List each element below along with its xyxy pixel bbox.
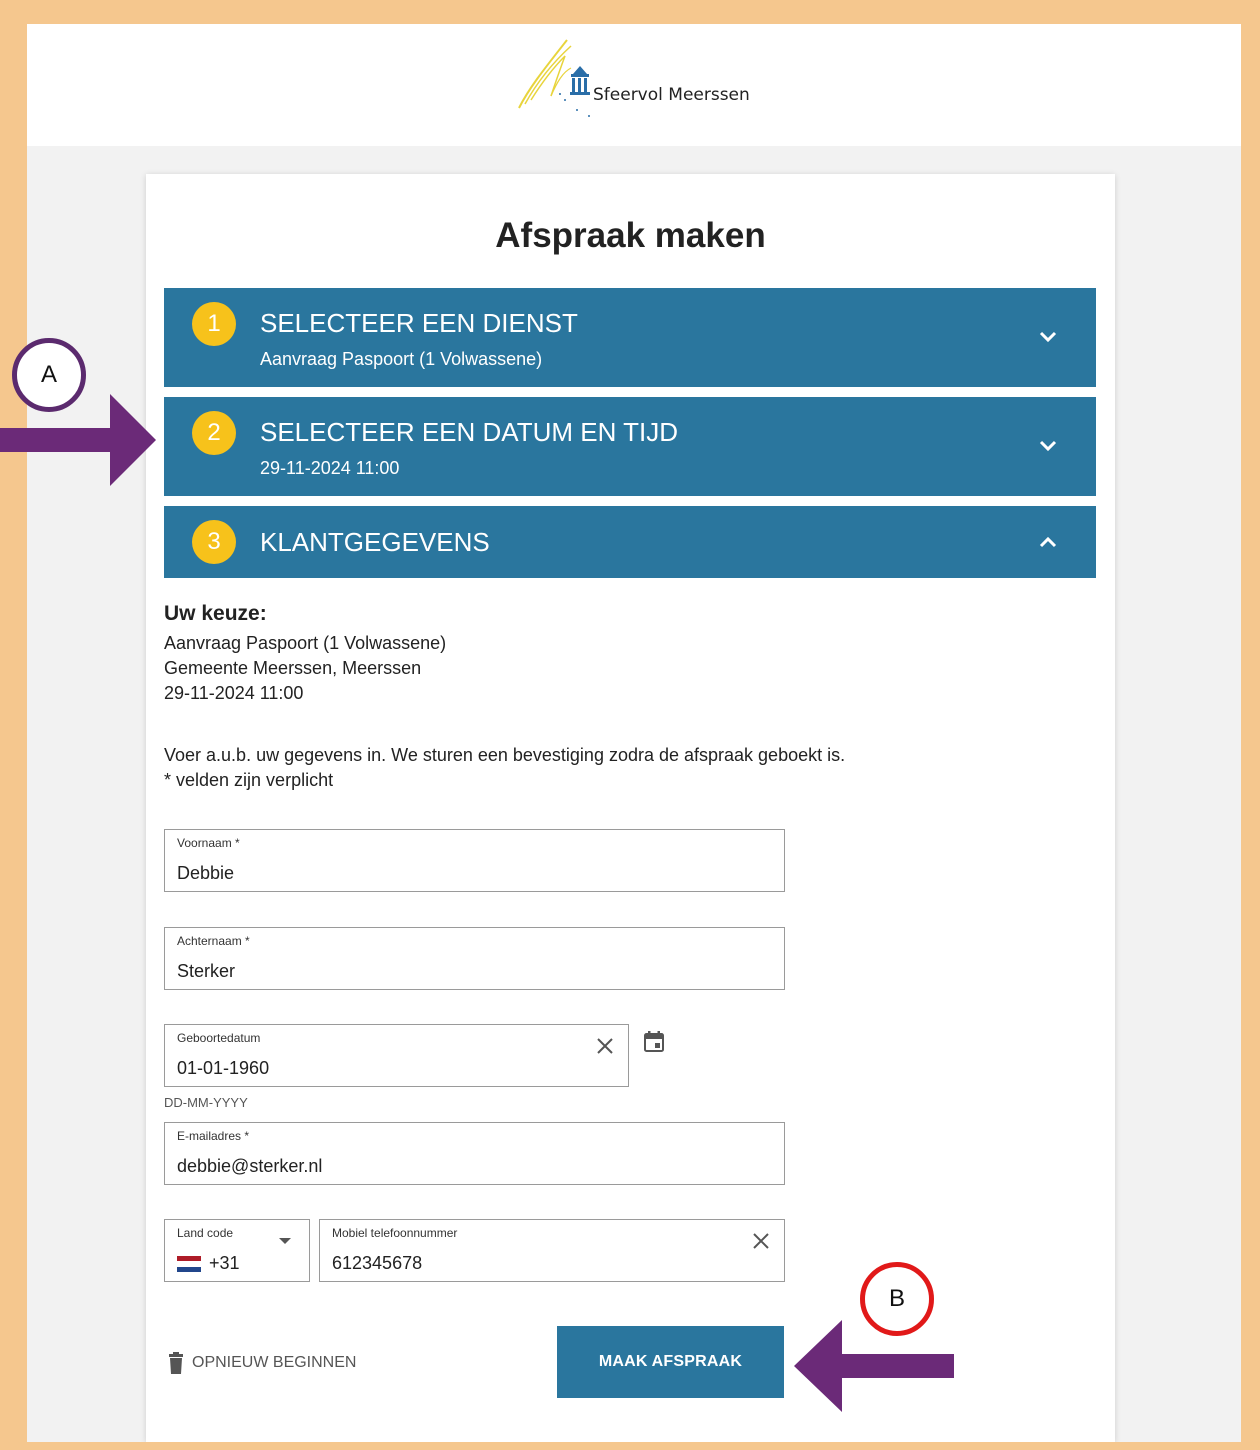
step-2-header[interactable]: 2 SELECTEER EEN DATUM EN TIJD 29-11-2024… xyxy=(164,397,1096,496)
chevron-down-icon[interactable] xyxy=(1036,325,1060,349)
step-1-title: SELECTEER EEN DIENST xyxy=(260,308,578,338)
restart-label: OPNIEUW BEGINNEN xyxy=(192,1354,357,1371)
first-name-field[interactable]: Voornaam * Debbie xyxy=(164,829,785,892)
birth-date-field[interactable]: Geboortedatum 01-01-1960 xyxy=(164,1024,629,1087)
appointment-card: Afspraak maken 1 SELECTEER EEN DIENST Aa… xyxy=(146,174,1115,1442)
arrow-left-icon xyxy=(794,1320,954,1412)
choice-heading: Uw keuze: xyxy=(164,602,267,625)
step-3-number-badge: 3 xyxy=(192,520,236,564)
chevron-up-icon[interactable] xyxy=(1036,530,1060,554)
step-2-subtitle: 29-11-2024 11:00 xyxy=(260,458,400,478)
intro-text: Voer a.u.b. uw gegevens in. We sturen ee… xyxy=(164,745,846,765)
last-name-value: Sterker xyxy=(177,961,236,981)
choice-location: Gemeente Meerssen, Meerssen xyxy=(164,658,422,678)
page-title: Afspraak maken xyxy=(495,216,766,255)
last-name-label: Achternaam * xyxy=(177,934,250,948)
browser-viewport: Sfeervol Meerssen Afspraak maken 1 SELEC… xyxy=(27,24,1241,1442)
annotation-frame: Sfeervol Meerssen Afspraak maken 1 SELEC… xyxy=(0,0,1260,1450)
calendar-icon[interactable] xyxy=(642,1030,666,1054)
choice-service: Aanvraag Paspoort (1 Volwassene) xyxy=(164,633,447,653)
trash-icon xyxy=(169,1352,183,1374)
step-1-subtitle: Aanvraag Paspoort (1 Volwassene) xyxy=(260,349,543,369)
mobile-phone-value: 612345678 xyxy=(332,1253,423,1273)
last-name-field[interactable]: Achternaam * Sterker xyxy=(164,927,785,990)
mobile-phone-label: Mobiel telefoonnummer xyxy=(332,1226,458,1240)
chevron-down-icon[interactable] xyxy=(1036,434,1060,458)
mobile-phone-field[interactable]: Mobiel telefoonnummer 612345678 xyxy=(319,1219,785,1282)
step-1-number-badge: 1 xyxy=(192,302,236,346)
choice-datetime: 29-11-2024 11:00 xyxy=(164,683,304,703)
first-name-label: Voornaam * xyxy=(177,836,240,850)
make-appointment-button[interactable]: MAAK AFSPRAAK xyxy=(557,1326,784,1398)
birth-date-label: Geboortedatum xyxy=(177,1031,261,1045)
clear-icon[interactable] xyxy=(596,1037,614,1055)
email-field[interactable]: E-mailadres * debbie@sterker.nl xyxy=(164,1122,785,1185)
step-1-header[interactable]: 1 SELECTEER EEN DIENST Aanvraag Paspoort… xyxy=(164,288,1096,387)
step-3-title: KLANTGEGEVENS xyxy=(260,527,490,557)
email-label: E-mailadres * xyxy=(177,1129,250,1143)
step-2-number-badge: 2 xyxy=(192,411,236,455)
logo-mark-icon xyxy=(518,39,590,117)
birth-date-value: 01-01-1960 xyxy=(177,1058,270,1078)
first-name-value: Debbie xyxy=(177,863,235,883)
birth-date-hint: DD-MM-YYYY xyxy=(164,1095,248,1110)
dropdown-caret-icon xyxy=(279,1238,291,1244)
country-code-select[interactable]: Land code +31 xyxy=(164,1219,310,1282)
email-value: debbie@sterker.nl xyxy=(177,1156,323,1176)
country-code-label: Land code xyxy=(177,1226,234,1240)
site-header: Sfeervol Meerssen xyxy=(27,24,1241,146)
step-3-header[interactable]: 3 KLANTGEGEVENS xyxy=(164,506,1096,578)
restart-button[interactable]: OPNIEUW BEGINNEN xyxy=(168,1350,356,1376)
site-logo[interactable]: Sfeervol Meerssen xyxy=(515,38,775,128)
netherlands-flag-icon xyxy=(177,1256,201,1272)
logo-text: Sfeervol Meerssen xyxy=(593,85,750,105)
clear-icon[interactable] xyxy=(752,1232,770,1250)
arrow-right-icon xyxy=(0,394,156,486)
step-2-title: SELECTEER EEN DATUM EN TIJD xyxy=(260,417,678,447)
required-note: * velden zijn verplicht xyxy=(164,770,334,790)
country-code-value: +31 xyxy=(209,1253,240,1273)
